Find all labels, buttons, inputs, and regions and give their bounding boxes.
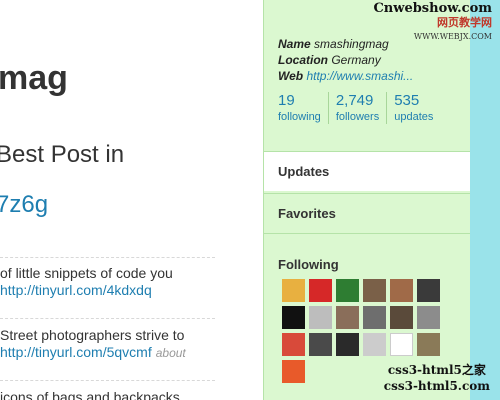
avatar[interactable] (363, 279, 386, 302)
divider (0, 380, 215, 381)
watermark-text: Cnwebshow.com (373, 1, 492, 16)
tweet-timestamp[interactable]: about (156, 346, 186, 360)
avatar[interactable] (417, 279, 440, 302)
avatar[interactable] (390, 333, 413, 356)
divider (0, 257, 215, 258)
avatar[interactable] (336, 306, 359, 329)
location-label: Location (278, 53, 328, 67)
avatar[interactable] (282, 279, 305, 302)
tweet-link[interactable]: http://tinyurl.com/4kdxdq (0, 282, 152, 298)
avatar[interactable] (363, 306, 386, 329)
web-label: Web (278, 69, 304, 83)
avatar[interactable] (417, 333, 440, 356)
watermark-subtext: 网页教学网 (437, 16, 492, 29)
stat-followers[interactable]: 2,749 followers (327, 92, 386, 124)
avatar[interactable] (417, 306, 440, 329)
avatar[interactable] (282, 306, 305, 329)
avatar[interactable] (363, 333, 386, 356)
stat-following[interactable]: 19 following (278, 92, 328, 124)
tweet-item: icons of bags and backpacks (0, 389, 180, 400)
stat-label: following (278, 111, 321, 123)
stat-count: 19 (278, 92, 295, 109)
web-link[interactable]: http://www.smashi... (306, 69, 413, 83)
avatar[interactable] (309, 306, 332, 329)
page-title: mag (0, 59, 68, 97)
tweet-text: of little snippets of code you (0, 265, 173, 281)
avatar[interactable] (336, 333, 359, 356)
following-heading: Following (278, 257, 339, 272)
tweet-item: of little snippets of code you http://ti… (0, 265, 173, 299)
featured-post-title: Best Post in (0, 141, 125, 168)
tweet-text: Street photographers strive to (0, 327, 185, 343)
avatar[interactable] (390, 279, 413, 302)
timeline-panel: mag Best Post in 7z6g of little snippets… (0, 0, 263, 400)
name-label: Name (278, 37, 311, 51)
stat-label: followers (335, 111, 380, 123)
avatar[interactable] (309, 333, 332, 356)
featured-post-link[interactable]: 7z6g (0, 190, 48, 220)
watermark-line: css3-html5之家 (387, 363, 486, 377)
sidebar-item-favorites[interactable]: Favorites (264, 193, 470, 233)
avatar[interactable] (282, 333, 305, 356)
watermark-logo: Cnwebshow.com 网页教学网 WWW.WEBJX.COM (373, 2, 492, 44)
watermark-footer: css3-html5之家 css3-html5.com (384, 362, 490, 394)
divider (0, 318, 215, 319)
stat-count: 535 (394, 92, 420, 109)
stat-updates[interactable]: 535 updates (386, 92, 440, 124)
avatar[interactable] (309, 279, 332, 302)
tweet-item: Street photographers strive to http://ti… (0, 327, 186, 362)
avatar[interactable] (390, 306, 413, 329)
location-value: Germany (331, 53, 381, 67)
avatar[interactable] (282, 360, 305, 383)
stat-label: updates (394, 111, 434, 123)
divider (264, 233, 470, 234)
tweet-text: icons of bags and backpacks (0, 389, 180, 400)
watermark-line: css3-html5.com (383, 379, 490, 393)
avatar[interactable] (336, 279, 359, 302)
profile-stats: 19 following 2,749 followers 535 updates (278, 92, 440, 124)
tweet-link[interactable]: http://tinyurl.com/5qvcmf (0, 344, 152, 360)
sidebar-item-updates[interactable]: Updates (264, 151, 470, 191)
watermark-url: WWW.WEBJX.COM (413, 32, 492, 41)
stat-count: 2,749 (335, 92, 374, 109)
profile-sidebar: Name smashingmag Location Germany Web ht… (263, 0, 470, 400)
